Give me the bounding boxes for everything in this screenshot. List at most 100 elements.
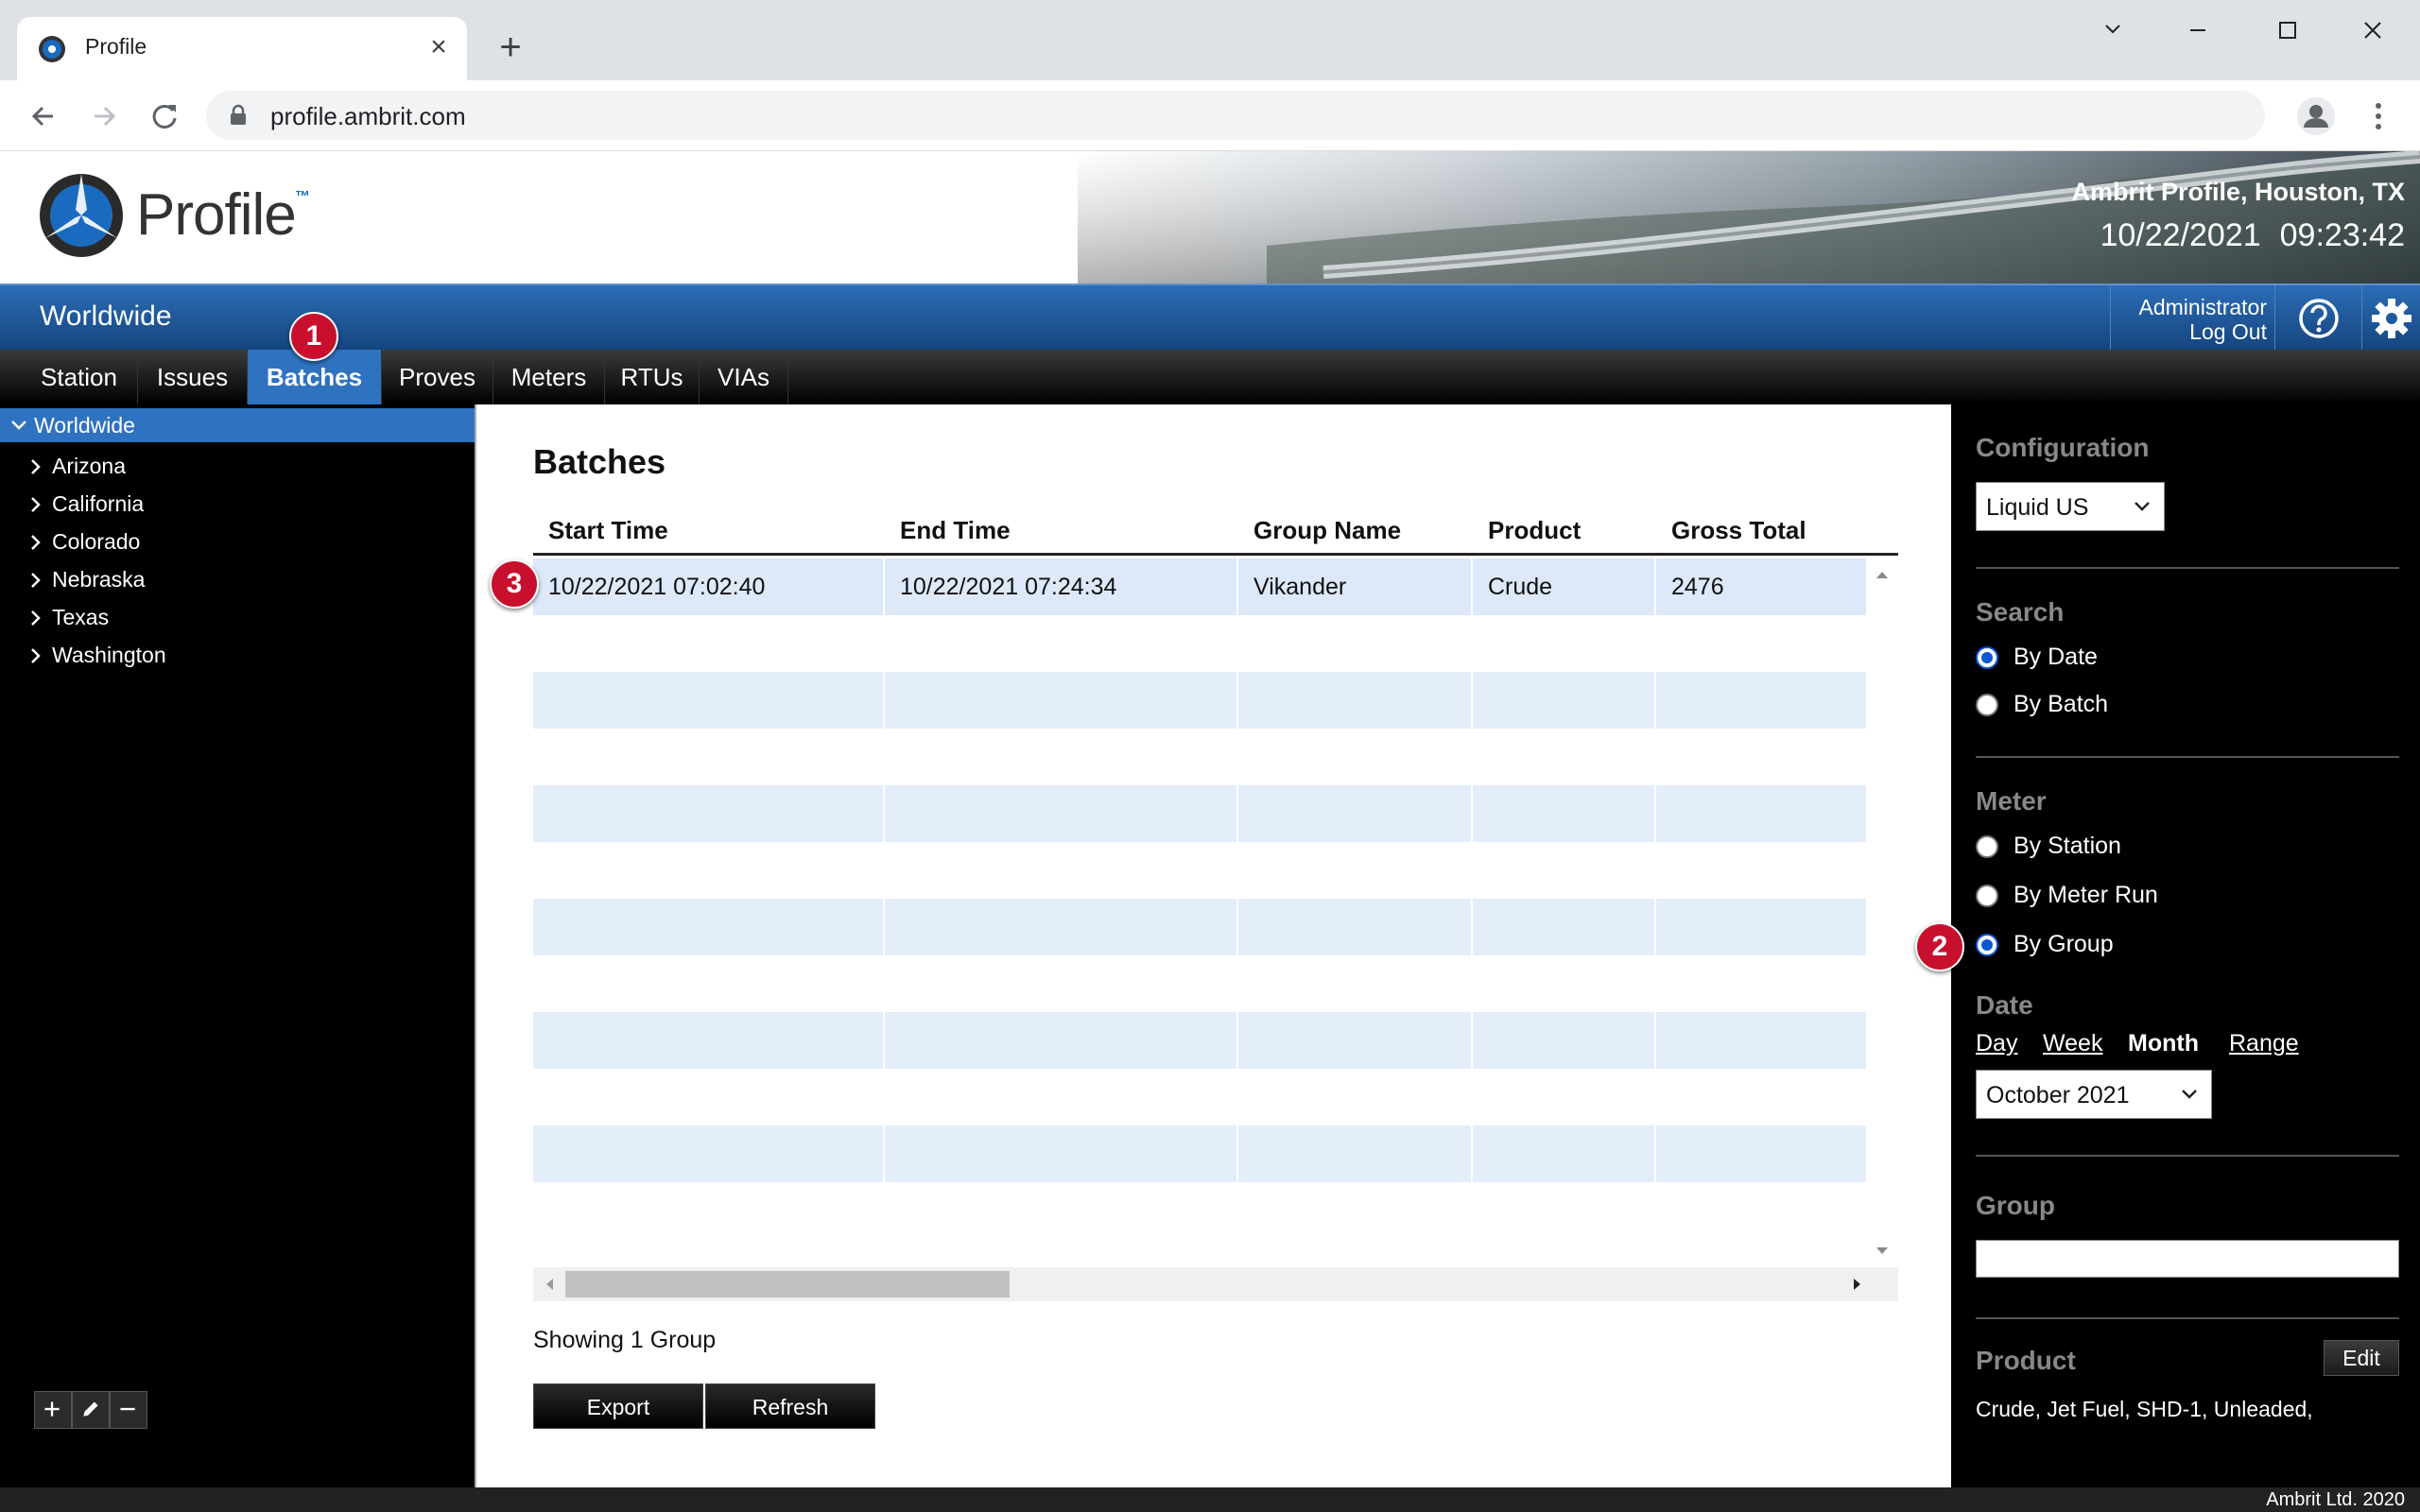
tree-root-worldwide[interactable]: Worldwide — [0, 408, 475, 442]
scroll-left-icon[interactable] — [539, 1274, 560, 1295]
tab-title: Profile — [85, 34, 147, 59]
tab-issues[interactable]: Issues — [138, 350, 248, 404]
tab-rtus[interactable]: RTUs — [605, 350, 700, 404]
date-mode-day[interactable]: Day — [1976, 1030, 2017, 1057]
site-time: 09:23:42 — [2279, 217, 2405, 253]
address-bar[interactable]: profile.ambrit.com — [206, 91, 2265, 140]
divider — [1976, 567, 2399, 569]
tab-station[interactable]: Station — [21, 350, 138, 404]
kebab-menu-icon[interactable] — [2358, 95, 2399, 137]
group-input[interactable] — [1976, 1240, 2399, 1278]
cell-gross-total: 2476 — [1671, 574, 1724, 600]
browser-tab[interactable]: Profile × — [17, 17, 467, 80]
empty-row — [533, 672, 1866, 729]
horizontal-scrollbar[interactable] — [533, 1267, 1898, 1301]
filter-sidebar: Configuration Liquid US Search By Date B… — [1953, 404, 2420, 1487]
product-list: Crude, Jet Fuel, SHD-1, Unleaded, — [1976, 1397, 2313, 1421]
date-mode-range[interactable]: Range — [2229, 1030, 2299, 1057]
grid-header: Start Time End Time Group Name Product G… — [533, 508, 1898, 556]
site-datetime: 10/22/2021 09:23:42 — [2100, 217, 2405, 254]
tab-vias[interactable]: VIAs — [700, 350, 788, 404]
tree-item-label: Texas — [52, 605, 110, 629]
divider — [1976, 756, 2399, 758]
back-arrow-icon[interactable] — [23, 95, 64, 137]
tree-item-nebraska[interactable]: Nebraska — [0, 561, 475, 597]
tree-item-california[interactable]: California — [0, 486, 475, 522]
logout-link[interactable]: Log Out — [2189, 319, 2267, 345]
tree-item-colorado[interactable]: Colorado — [0, 524, 475, 559]
radio-button-checked[interactable] — [1976, 646, 1998, 669]
logo-trademark: ™ — [295, 189, 310, 205]
scroll-up-icon[interactable] — [1872, 564, 1893, 585]
product-label: Product — [1976, 1346, 2076, 1375]
column-header-start-time[interactable]: Start Time — [548, 516, 668, 545]
url-text: profile.ambrit.com — [270, 102, 466, 130]
logo-text: Profile — [136, 182, 297, 248]
chevron-right-icon — [31, 648, 41, 663]
date-select[interactable]: October 2021 — [1976, 1070, 2212, 1119]
new-tab-icon[interactable]: + — [492, 28, 529, 66]
step-marker-3: 3 — [490, 559, 539, 609]
forward-arrow-icon[interactable] — [83, 95, 125, 137]
chevron-down-icon[interactable] — [2080, 9, 2146, 51]
reload-icon[interactable] — [144, 95, 185, 137]
radio-button[interactable] — [1976, 885, 1998, 907]
table-row[interactable]: 10/22/2021 07:02:40 10/22/2021 07:24:34 … — [533, 558, 1866, 615]
account-icon[interactable] — [2295, 95, 2337, 137]
footer: Ambrit Ltd. 2020 — [0, 1487, 2420, 1512]
tab-meters[interactable]: Meters — [493, 350, 605, 404]
help-button[interactable] — [2274, 285, 2361, 352]
chevron-right-icon — [31, 573, 41, 588]
remove-node-button[interactable] — [110, 1391, 147, 1429]
column-divider — [883, 558, 885, 1305]
empty-row — [533, 1069, 1866, 1125]
scrollbar-thumb[interactable] — [565, 1271, 1010, 1297]
help-icon — [2299, 299, 2339, 338]
pencil-icon — [83, 1401, 98, 1417]
scroll-right-icon[interactable] — [1847, 1274, 1868, 1295]
edit-products-button[interactable]: Edit — [2324, 1340, 2399, 1376]
empty-row — [533, 785, 1866, 842]
radio-button-checked[interactable] — [1976, 934, 1998, 956]
empty-row — [533, 842, 1866, 899]
region-bar: Worldwide Administrator Log Out — [0, 284, 2420, 352]
tree-item-arizona[interactable]: Arizona — [0, 448, 475, 484]
tree-item-label: Colorado — [52, 529, 141, 554]
settings-button[interactable] — [2361, 285, 2420, 352]
column-header-product[interactable]: Product — [1488, 516, 1581, 545]
minimize-icon[interactable] — [2165, 9, 2231, 51]
radio-label: By Date — [2014, 644, 2098, 670]
radio-button[interactable] — [1976, 694, 1998, 716]
vertical-scrollbar[interactable] — [1866, 558, 1898, 1267]
refresh-button[interactable]: Refresh — [705, 1383, 875, 1429]
grid-body: 10/22/2021 07:02:40 10/22/2021 07:24:34 … — [533, 558, 1866, 1267]
tab-close-icon[interactable]: × — [422, 30, 456, 64]
meter-label: Meter — [1976, 786, 2047, 816]
tree-item-label: Washington — [52, 643, 166, 667]
close-icon[interactable] — [2340, 9, 2406, 51]
date-mode-month[interactable]: Month — [2128, 1030, 2199, 1057]
configuration-select[interactable]: Liquid US — [1976, 482, 2165, 531]
tree-item-texas[interactable]: Texas — [0, 599, 475, 635]
column-header-gross-total[interactable]: Gross Total — [1671, 516, 1806, 545]
app-header: Profile ™ Ambrit Profile, Houston, TX 10… — [0, 151, 2420, 284]
cell-group-name: Vikander — [1253, 574, 1347, 600]
maximize-icon[interactable] — [2255, 9, 2321, 51]
date-mode-week[interactable]: Week — [2043, 1030, 2102, 1057]
export-button[interactable]: Export — [533, 1383, 703, 1429]
column-header-group-name[interactable]: Group Name — [1253, 516, 1401, 545]
tree-item-washington[interactable]: Washington — [0, 637, 475, 673]
column-header-end-time[interactable]: End Time — [900, 516, 1011, 545]
tree-root-label: Worldwide — [34, 413, 135, 438]
edit-node-button[interactable] — [72, 1391, 110, 1429]
chevron-down-icon — [2135, 502, 2150, 511]
divider — [1976, 1155, 2399, 1157]
browser-tabstrip: Profile × + — [0, 0, 2420, 80]
add-node-button[interactable] — [34, 1391, 72, 1429]
radio-button[interactable] — [1976, 835, 1998, 858]
cell-product: Crude — [1488, 574, 1553, 600]
empty-row — [533, 899, 1866, 955]
region-title: Worldwide — [40, 301, 172, 332]
scroll-down-icon[interactable] — [1872, 1241, 1893, 1262]
tab-proves[interactable]: Proves — [382, 350, 493, 404]
